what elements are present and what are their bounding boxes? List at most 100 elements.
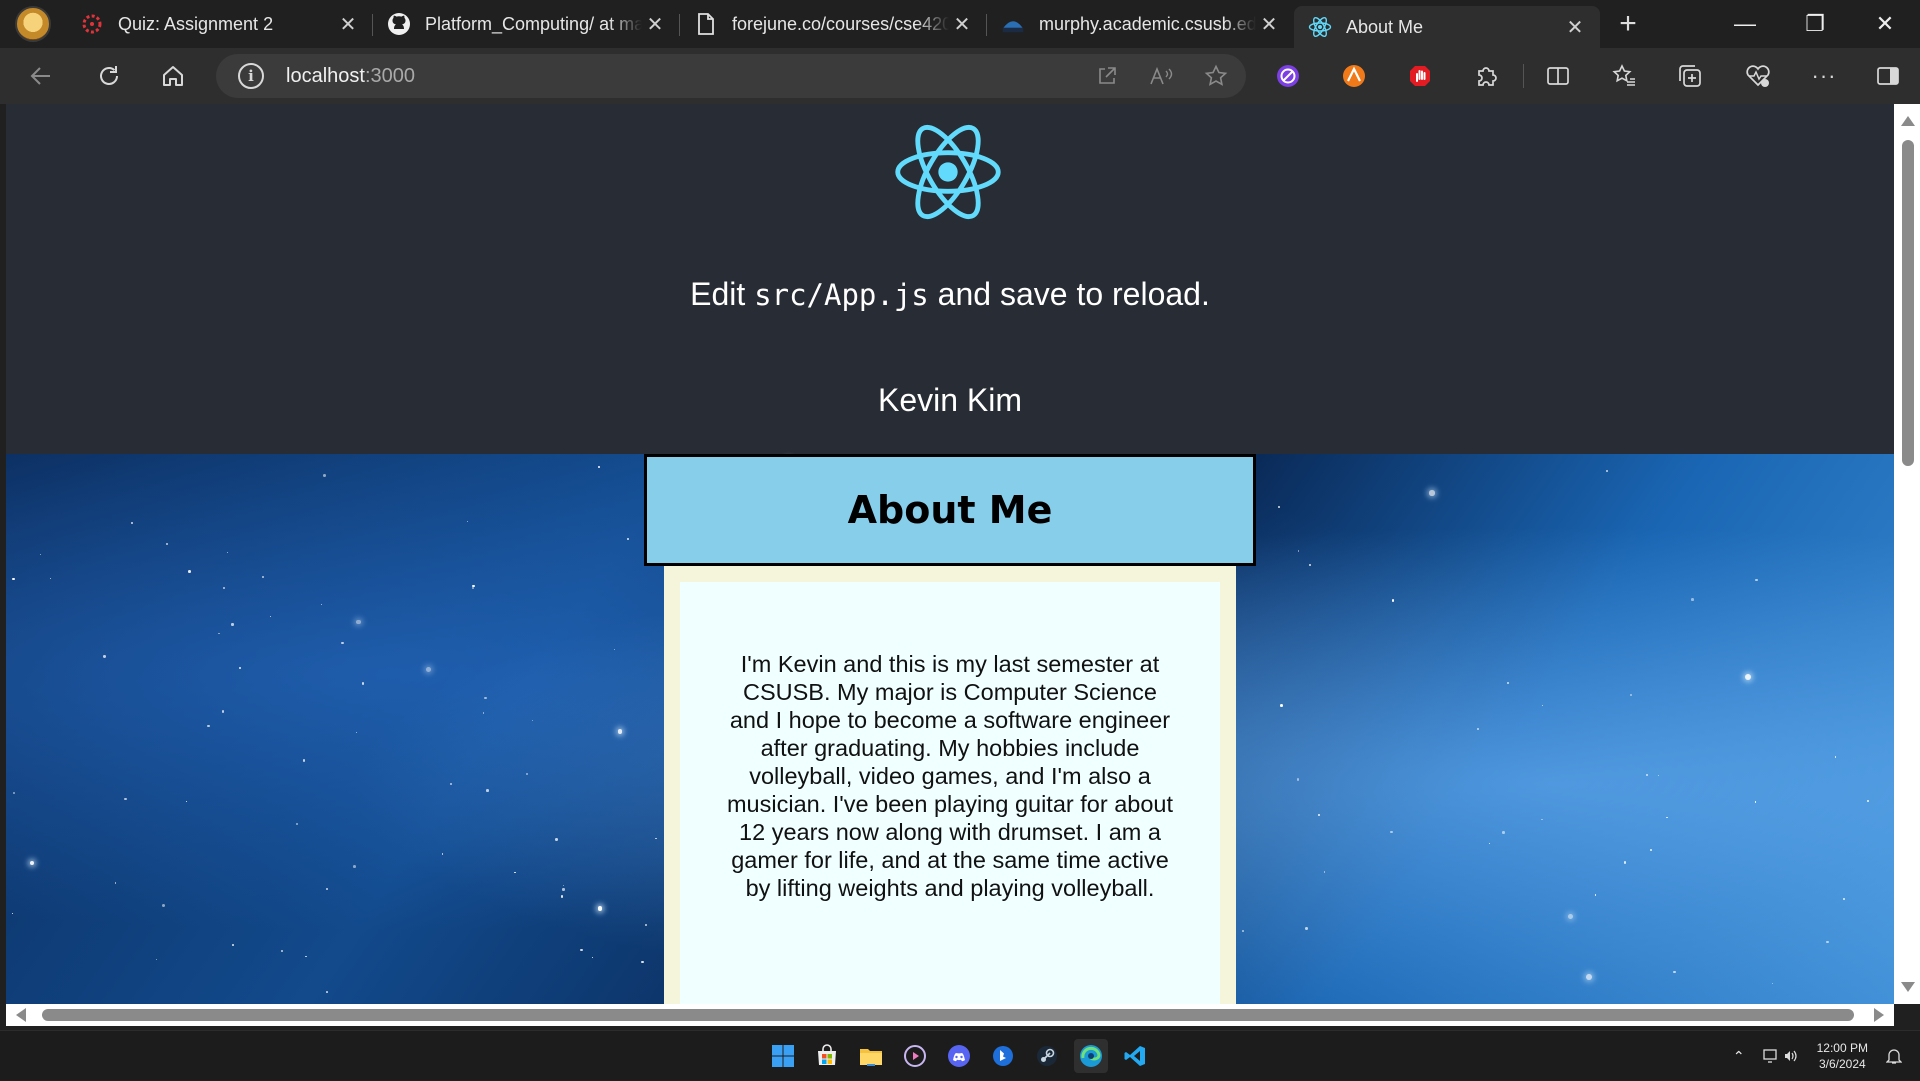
- extensions-puzzle-icon[interactable]: [1460, 48, 1512, 104]
- star-dot: [1690, 598, 1694, 601]
- star-dot: [486, 789, 489, 792]
- network-volume-icon[interactable]: [1762, 1048, 1799, 1064]
- tab-about-me[interactable]: About Me ✕: [1294, 6, 1600, 48]
- star-dot: [472, 585, 475, 588]
- reload-icon: [100, 66, 118, 85]
- bing-icon[interactable]: [986, 1039, 1020, 1073]
- csusb-icon: [1001, 12, 1025, 36]
- star-dot: [325, 887, 329, 891]
- star-dot: [356, 619, 361, 624]
- address-bar[interactable]: i localhost:3000: [216, 54, 1246, 98]
- app-header: Edit src/App.js and save to reload. Kevi…: [6, 104, 1894, 454]
- star-dot: [1867, 800, 1870, 803]
- site-info-icon[interactable]: i: [238, 63, 264, 89]
- tab-forejune[interactable]: forejune.co/courses/cse420 ✕: [680, 0, 987, 48]
- star-dot: [1242, 930, 1244, 933]
- star-dot: [1278, 505, 1281, 508]
- star-dot: [1296, 778, 1300, 781]
- extension-orange-icon[interactable]: [1328, 48, 1380, 104]
- star-dot: [40, 553, 42, 555]
- close-icon[interactable]: ✕: [1562, 14, 1588, 40]
- split-screen-icon[interactable]: [1532, 48, 1584, 104]
- star-dot: [655, 837, 657, 839]
- scroll-right-arrow-icon[interactable]: [1874, 1008, 1884, 1022]
- open-in-app-icon[interactable]: [1096, 65, 1118, 87]
- star-dot: [217, 632, 220, 635]
- tab-title: murphy.academic.csusb.edu: [1039, 13, 1256, 34]
- favorites-icon[interactable]: [1598, 48, 1650, 104]
- star-dot: [1645, 774, 1648, 777]
- restore-icon[interactable]: ❐: [1780, 0, 1850, 48]
- steam-icon[interactable]: [1030, 1039, 1064, 1073]
- file-explorer-icon[interactable]: [854, 1039, 888, 1073]
- close-icon[interactable]: ✕: [949, 11, 975, 37]
- star-dot: [614, 648, 616, 650]
- star-dot: [1658, 775, 1660, 777]
- star-dot: [472, 586, 474, 589]
- tab-quiz[interactable]: Quiz: Assignment 2 ✕: [66, 0, 373, 48]
- edge-icon[interactable]: [1074, 1039, 1108, 1073]
- windows-start-icon[interactable]: [766, 1039, 800, 1073]
- extension-purple-icon[interactable]: [1262, 48, 1314, 104]
- read-aloud-icon[interactable]: [1148, 65, 1174, 87]
- clock-time: 12:00 PM: [1816, 1041, 1868, 1055]
- star-dot: [591, 956, 594, 959]
- horizontal-scroll-thumb[interactable]: [42, 1009, 1854, 1021]
- star-dot: [561, 895, 564, 898]
- adblock-hand-icon[interactable]: [1394, 48, 1446, 104]
- reload-button[interactable]: [76, 48, 142, 104]
- tab-github[interactable]: Platform_Computing/ at main ✕: [373, 0, 680, 48]
- close-icon[interactable]: ✕: [335, 11, 361, 37]
- browser-essentials-icon[interactable]: [1732, 48, 1784, 104]
- home-button[interactable]: [140, 48, 206, 104]
- horizontal-scrollbar[interactable]: [6, 1004, 1894, 1026]
- star-dot: [103, 655, 106, 658]
- star-dot: [597, 465, 601, 468]
- star-dot: [449, 782, 452, 785]
- star-dot: [482, 712, 484, 714]
- more-options-icon[interactable]: ···: [1798, 48, 1850, 104]
- profile-button[interactable]: [0, 0, 66, 48]
- scroll-down-arrow-icon[interactable]: [1901, 982, 1915, 992]
- close-icon[interactable]: ✕: [642, 11, 668, 37]
- star-dot: [1665, 816, 1668, 819]
- new-tab-button[interactable]: +: [1600, 0, 1656, 48]
- page-viewport: Edit src/App.js and save to reload. Kevi…: [6, 104, 1894, 1004]
- tab-murphy[interactable]: murphy.academic.csusb.edu ✕: [987, 0, 1294, 48]
- edit-instruction: Edit src/App.js and save to reload.: [6, 276, 1894, 313]
- star-dot: [617, 729, 623, 734]
- sidebar-toggle-icon[interactable]: [1862, 48, 1914, 104]
- vertical-scrollbar[interactable]: [1894, 104, 1920, 1004]
- chevron-up-icon[interactable]: ⌃: [1733, 1048, 1745, 1065]
- discord-icon[interactable]: [942, 1039, 976, 1073]
- scroll-left-arrow-icon[interactable]: [16, 1008, 26, 1022]
- star-dot: [484, 696, 487, 699]
- minimize-icon[interactable]: —: [1710, 0, 1780, 48]
- close-window-icon[interactable]: ✕: [1850, 0, 1920, 48]
- star-dot: [12, 577, 15, 581]
- favorite-star-icon[interactable]: [1204, 64, 1228, 88]
- notifications-bell-icon[interactable]: [1886, 1047, 1902, 1065]
- vscode-icon[interactable]: [1118, 1039, 1152, 1073]
- star-dot: [627, 537, 630, 540]
- about-title: About Me: [847, 488, 1053, 532]
- clock[interactable]: 12:00 PM 3/6/2024: [1817, 1040, 1868, 1072]
- close-icon[interactable]: ✕: [1256, 11, 1282, 37]
- star-dot: [531, 720, 533, 722]
- star-dot: [269, 615, 271, 618]
- star-dot: [1630, 694, 1633, 697]
- star-dot: [645, 923, 648, 927]
- star-dot: [1488, 842, 1491, 845]
- vertical-scroll-thumb[interactable]: [1902, 140, 1914, 466]
- tab-title: About Me: [1346, 16, 1424, 37]
- star-dot: [1541, 818, 1543, 820]
- store-icon[interactable]: [810, 1039, 844, 1073]
- star-dot: [425, 666, 431, 672]
- star-dot: [353, 865, 356, 869]
- scroll-up-arrow-icon[interactable]: [1901, 116, 1915, 126]
- back-button[interactable]: [8, 48, 74, 104]
- collections-icon[interactable]: [1664, 48, 1716, 104]
- star-dot: [1429, 490, 1435, 496]
- star-dot: [1826, 940, 1829, 944]
- media-player-icon[interactable]: [898, 1039, 932, 1073]
